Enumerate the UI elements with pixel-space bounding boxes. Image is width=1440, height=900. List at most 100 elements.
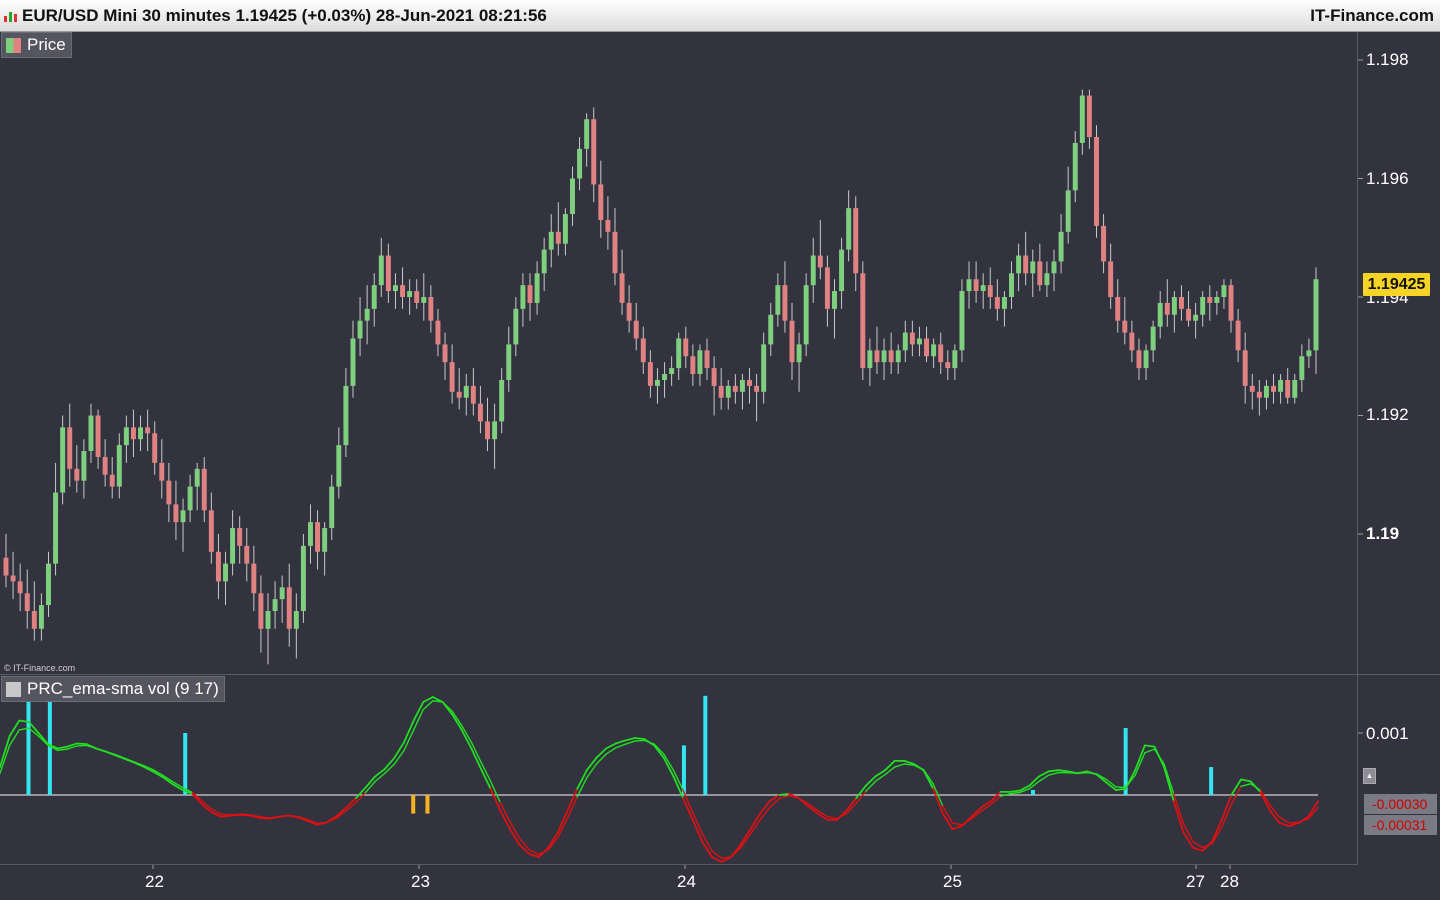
indicator-value-badge: -0.00031: [1364, 815, 1437, 835]
bear-candle: [853, 208, 859, 274]
bear-candle: [605, 219, 611, 232]
fast-line-segment: [8, 719, 21, 737]
bull-candle: [803, 285, 809, 345]
bear-candle: [747, 379, 752, 386]
bear-candle: [994, 297, 1000, 309]
price-legend[interactable]: Price: [1, 32, 72, 58]
bull-candle: [343, 385, 349, 446]
fast-line-segment: [605, 742, 617, 750]
bull-candle: [931, 344, 937, 357]
fast-line-segment: [1240, 778, 1252, 783]
bear-candle: [315, 522, 321, 552]
fast-line-segment: [18, 719, 30, 723]
bull-candle: [350, 338, 356, 386]
bull-candle: [1306, 350, 1312, 357]
bear-candle: [945, 362, 951, 369]
bull-candle: [662, 374, 668, 380]
bull-candle: [230, 528, 236, 564]
slow-line-segment: [76, 744, 88, 747]
bull-candle: [308, 522, 313, 546]
price-axis-tick: 1.196: [1366, 169, 1409, 188]
slow-line-segment: [1047, 771, 1059, 776]
bear-candle: [166, 480, 172, 505]
bear-candle: [683, 338, 689, 357]
bear-candle: [442, 344, 448, 363]
fast-line-segment: [1278, 822, 1291, 827]
panel-separator[interactable]: [0, 674, 1440, 675]
positive-volume-bar: [703, 695, 708, 795]
x-axis-tick: 28: [1220, 872, 1239, 891]
bull-candle: [1058, 231, 1064, 262]
x-axis-tick: 24: [677, 872, 696, 891]
bear-candle: [159, 462, 165, 481]
fast-line-segment: [518, 843, 531, 855]
bull-candle: [53, 492, 59, 564]
bull-candle: [959, 291, 965, 351]
indicator-legend-label: PRC_ema-sma vol (9 17): [27, 679, 219, 698]
indicator-legend[interactable]: PRC_ema-sma vol (9 17): [1, 676, 225, 702]
slow-line-segment: [518, 837, 530, 851]
bull-candle: [1143, 350, 1149, 369]
bull-candle: [407, 291, 413, 297]
bull-candle: [541, 249, 547, 274]
bear-candle: [109, 474, 115, 487]
bear-candle: [860, 273, 866, 369]
bull-candle: [364, 308, 370, 321]
bull-candle: [1001, 297, 1007, 309]
bear-candle: [449, 362, 455, 392]
bear-candle: [17, 581, 23, 594]
bull-candle: [180, 510, 186, 523]
negative-volume-bar: [425, 795, 430, 814]
bear-candle: [456, 391, 462, 398]
fast-line-segment: [1115, 787, 1127, 791]
bull-candle: [548, 231, 554, 250]
bull-candle: [952, 350, 958, 369]
bull-candle: [577, 148, 583, 179]
bull-candle: [1221, 285, 1227, 297]
bear-candle: [286, 587, 292, 629]
bull-candle: [867, 350, 873, 369]
bear-candle: [477, 403, 483, 422]
bear-candle: [251, 563, 257, 594]
bear-candle: [1242, 350, 1248, 386]
fast-line-segment: [229, 813, 242, 817]
fast-line-segment: [634, 737, 646, 741]
fast-line-segment: [1153, 745, 1165, 768]
bull-candle: [492, 421, 498, 440]
bull-candle: [654, 379, 660, 386]
slow-line-segment: [634, 739, 646, 742]
fast-line-segment: [1143, 744, 1156, 748]
bear-candle: [924, 338, 930, 357]
bull-candle: [506, 344, 512, 380]
indicator-axis-tick: 0.001: [1366, 724, 1409, 743]
bear-candle: [102, 456, 108, 475]
bull-candle: [116, 445, 122, 487]
bull-candle: [1171, 297, 1177, 315]
bear-candle: [1178, 297, 1184, 309]
chart-canvas[interactable]: [0, 0, 1440, 900]
bull-candle: [1200, 297, 1206, 315]
fast-line-segment: [56, 745, 69, 750]
fast-line-segment: [922, 769, 935, 790]
bull-candle: [187, 486, 193, 511]
bull-candle: [1079, 95, 1085, 143]
bull-candle: [980, 285, 986, 292]
bull-candle: [1299, 356, 1305, 380]
bull-candle: [761, 344, 767, 392]
x-axis-tick: 22: [145, 872, 164, 891]
fast-line-segment: [441, 701, 454, 716]
bear-candle: [1086, 95, 1092, 138]
bear-candle: [237, 528, 243, 546]
slow-line-segment: [826, 816, 838, 820]
positive-volume-bar: [183, 733, 188, 795]
bear-candle: [938, 344, 944, 363]
bear-candle: [690, 356, 696, 375]
bear-candle: [1228, 285, 1234, 321]
fast-line-segment: [278, 814, 290, 818]
price-axis-tick: 1.192: [1366, 405, 1409, 424]
bull-candle: [1313, 279, 1319, 351]
scroll-up-button[interactable]: ▲: [1363, 768, 1376, 784]
slow-line-segment: [778, 794, 790, 800]
bear-candle: [1207, 297, 1213, 303]
bear-candle: [201, 468, 207, 511]
